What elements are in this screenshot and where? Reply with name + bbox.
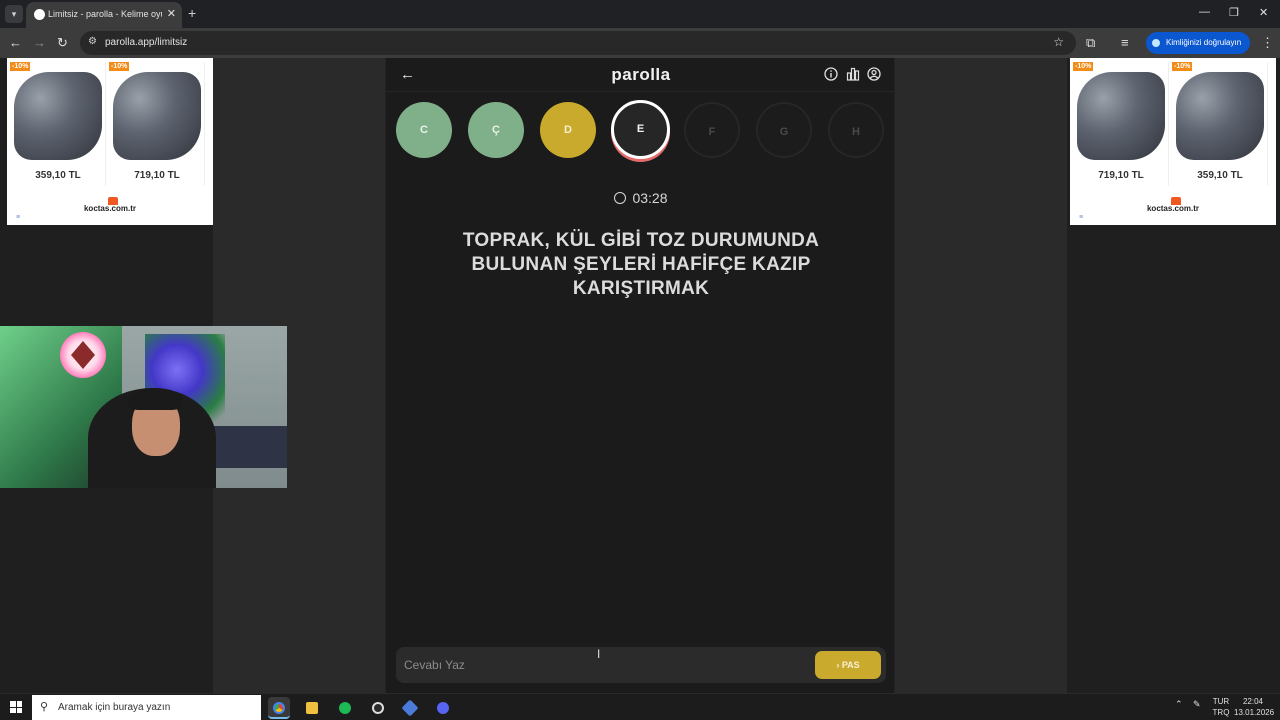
search-icon: ⚲ bbox=[40, 701, 49, 713]
ad-product-image bbox=[113, 72, 201, 160]
letter-c: C bbox=[396, 102, 452, 158]
tab-title: Limitsiz - parolla - Kelime oyunu bbox=[48, 9, 162, 19]
folder-icon bbox=[306, 702, 318, 714]
game-header: ← parolla bbox=[386, 58, 896, 92]
file-explorer-taskbar-icon[interactable] bbox=[301, 697, 323, 719]
language-top: TUR bbox=[1212, 697, 1230, 706]
taskbar-search-placeholder: Aramak için buraya yazın bbox=[58, 702, 171, 713]
info-icon[interactable] bbox=[824, 67, 838, 81]
text-cursor-icon: I bbox=[597, 647, 601, 661]
spotify-icon bbox=[339, 702, 351, 714]
obs-taskbar-icon[interactable] bbox=[367, 697, 389, 719]
discord-icon bbox=[437, 702, 449, 714]
ad-product-card[interactable]: -10% 359,10 TL bbox=[10, 62, 106, 186]
webcam-overlay bbox=[0, 326, 287, 488]
minimize-icon[interactable]: — bbox=[1199, 6, 1210, 18]
ad-product-card[interactable]: -10% 719,10 TL bbox=[109, 62, 205, 186]
profile-avatar-icon bbox=[1150, 37, 1162, 49]
extensions-icon[interactable]: ⧉ bbox=[1086, 35, 1095, 51]
answer-input[interactable] bbox=[404, 655, 784, 675]
answer-bar: › PAS bbox=[396, 647, 886, 683]
ad-price: 719,10 TL bbox=[134, 170, 180, 181]
windows-taskbar: ⚲ Aramak için buraya yazın ⌃ ✎ TUR TRQ 2… bbox=[0, 693, 1280, 720]
back-icon[interactable]: ← bbox=[9, 35, 22, 51]
close-icon[interactable]: ✕ bbox=[167, 7, 176, 20]
profile-verify-label: Kimliğinizi doğrulayın bbox=[1166, 38, 1242, 47]
language-bottom: TRQ bbox=[1212, 708, 1230, 717]
pass-button[interactable]: › PAS bbox=[815, 651, 881, 679]
discount-badge: -10% bbox=[1073, 62, 1094, 71]
spotify-taskbar-icon[interactable] bbox=[334, 697, 356, 719]
ad-brand: koctas.com.tr bbox=[83, 204, 137, 213]
ad-brand: koctas.com.tr bbox=[1146, 204, 1200, 213]
windows-start-icon[interactable] bbox=[10, 701, 22, 713]
streaming-app-icon bbox=[401, 699, 419, 717]
letter-wheel: C Ç D E F G H bbox=[396, 100, 886, 162]
tray-chevron-up-icon[interactable]: ⌃ bbox=[1175, 699, 1183, 710]
url-text: parolla.app/limitsiz bbox=[105, 37, 188, 48]
ad-price: 359,10 TL bbox=[1197, 170, 1243, 181]
webcam-headset bbox=[128, 388, 182, 410]
ad-price: 359,10 TL bbox=[35, 170, 81, 181]
address-bar: ← → ↻ ⚙ parolla.app/limitsiz ☆ ⧉ ≡ Kimli… bbox=[0, 28, 1280, 58]
webcam-bed bbox=[205, 426, 287, 468]
forward-icon[interactable]: → bbox=[33, 35, 46, 51]
ad-product-card[interactable]: -10% 719,10 TL bbox=[1073, 62, 1169, 186]
timer-value: 03:28 bbox=[632, 190, 668, 206]
clock-time: 22:04 bbox=[1242, 697, 1264, 706]
left-ad-banner[interactable]: -10% 359,10 TL -10% 719,10 TL koctas.com… bbox=[7, 58, 213, 225]
discount-badge: -10% bbox=[1172, 62, 1193, 71]
chevron-right-icon: › bbox=[836, 660, 840, 670]
profile-verify-button[interactable]: Kimliğinizi doğrulayın bbox=[1146, 32, 1250, 54]
browser-tab[interactable]: Limitsiz - parolla - Kelime oyunu ✕ bbox=[26, 2, 182, 28]
tab-search-button[interactable]: ▾ bbox=[5, 5, 23, 23]
ad-product-image bbox=[1176, 72, 1264, 160]
letter-c-cedilla: Ç bbox=[468, 102, 524, 158]
reload-icon[interactable]: ↻ bbox=[57, 35, 68, 51]
media-controls-icon[interactable]: ≡ bbox=[1121, 35, 1129, 51]
clock-icon bbox=[614, 192, 627, 204]
question-text: TOPRAK, KÜL GİBİ TOZ DURUMUNDA BULUNAN Ş… bbox=[462, 230, 820, 299]
ad-product-image bbox=[1077, 72, 1165, 160]
letter-e-current: E bbox=[611, 100, 670, 159]
right-ad-banner[interactable]: -10% 719,10 TL -10% 359,10 TL koctas.com… bbox=[1070, 58, 1276, 225]
game-panel: ← parolla C Ç D E F G H 03:28 TOPRAK, KÜ… bbox=[385, 58, 896, 693]
bookmark-star-icon[interactable]: ☆ bbox=[1053, 35, 1064, 49]
site-settings-icon[interactable]: ⚙ bbox=[88, 36, 97, 47]
clock-date: 13.01.2026 bbox=[1234, 708, 1275, 717]
ad-price: 719,10 TL bbox=[1098, 170, 1144, 181]
discord-taskbar-icon[interactable] bbox=[432, 697, 454, 719]
ad-product-image bbox=[14, 72, 102, 160]
user-profile-icon[interactable] bbox=[867, 67, 881, 81]
obs-icon bbox=[372, 702, 384, 714]
letter-d: D bbox=[540, 102, 596, 158]
chrome-taskbar-icon[interactable] bbox=[268, 697, 290, 719]
restore-icon[interactable]: ❐ bbox=[1229, 6, 1239, 19]
discount-badge: -10% bbox=[109, 62, 130, 71]
taskbar-search[interactable]: ⚲ Aramak için buraya yazın bbox=[32, 695, 261, 720]
chrome-icon bbox=[273, 702, 285, 714]
language-indicator[interactable]: TUR TRQ bbox=[1212, 696, 1230, 718]
ad-product-card[interactable]: -10% 359,10 TL bbox=[1172, 62, 1268, 186]
ad-choices-icon[interactable]: ≡ bbox=[16, 214, 20, 221]
tray-pen-icon[interactable]: ✎ bbox=[1193, 699, 1201, 710]
window-close-icon[interactable]: ✕ bbox=[1259, 6, 1268, 19]
more-menu-icon[interactable]: ⋮ bbox=[1261, 35, 1274, 51]
url-field[interactable]: ⚙ parolla.app/limitsiz ☆ bbox=[80, 31, 1076, 55]
stats-icon[interactable] bbox=[846, 67, 860, 81]
letter-g: G bbox=[756, 102, 812, 158]
timer: 03:28 bbox=[386, 190, 896, 206]
parolla-favicon-icon bbox=[34, 9, 45, 20]
game-logo: parolla bbox=[611, 65, 671, 84]
ad-choices-icon[interactable]: ≡ bbox=[1079, 214, 1083, 221]
page-content: -10% 359,10 TL -10% 719,10 TL koctas.com… bbox=[0, 58, 1280, 693]
pass-button-label: PAS bbox=[841, 660, 860, 670]
letter-f: F bbox=[684, 102, 740, 158]
letter-h: H bbox=[828, 102, 884, 158]
new-tab-icon[interactable]: + bbox=[188, 5, 196, 21]
app-taskbar-icon[interactable] bbox=[399, 697, 421, 719]
browser-tab-bar: ▾ Limitsiz - parolla - Kelime oyunu ✕ + … bbox=[0, 0, 1280, 28]
discount-badge: -10% bbox=[10, 62, 31, 71]
clock[interactable]: 22:04 13.01.2026 bbox=[1234, 696, 1275, 718]
